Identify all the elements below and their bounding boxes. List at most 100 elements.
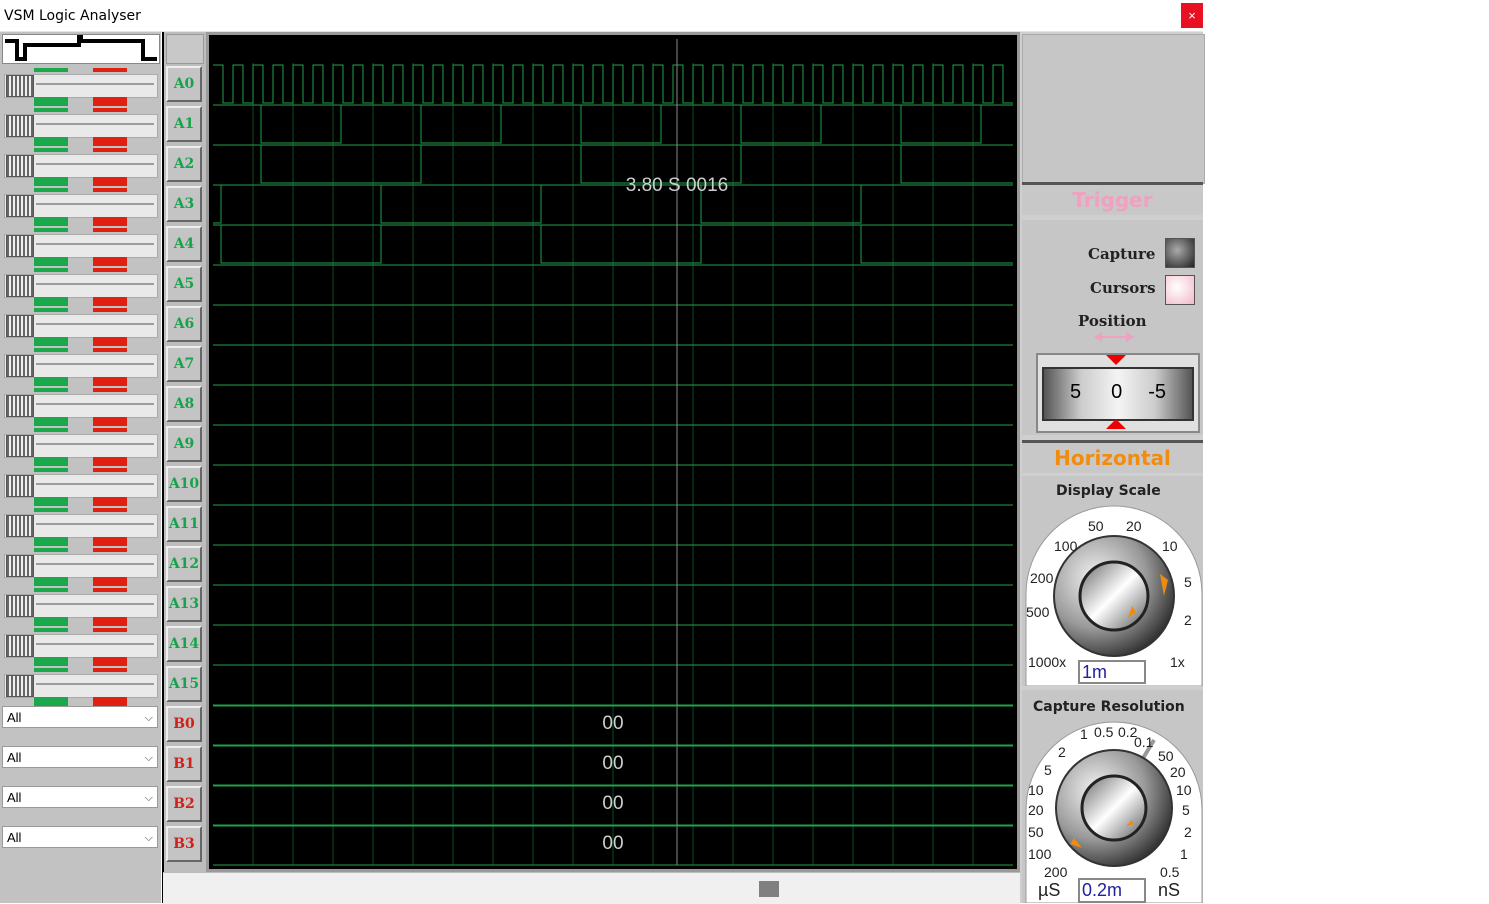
channel-trace bbox=[213, 64, 1013, 104]
channel-label[interactable]: A9 bbox=[166, 426, 202, 462]
high-indicator bbox=[34, 657, 68, 666]
high-indicator bbox=[34, 188, 68, 192]
channel-label[interactable]: A15 bbox=[166, 666, 202, 702]
display-scale-section: Display Scale 50 20 100 10 200 5 500 2 1… bbox=[1022, 476, 1203, 686]
low-indicator bbox=[93, 148, 127, 152]
channel-slider-4[interactable] bbox=[2, 228, 158, 266]
channel-slider-0[interactable] bbox=[2, 68, 158, 106]
channel-label[interactable]: B0 bbox=[166, 706, 202, 742]
low-indicator bbox=[93, 617, 127, 626]
capture-button[interactable] bbox=[1165, 238, 1195, 268]
slider-line bbox=[36, 523, 154, 525]
channel-label[interactable]: A2 bbox=[166, 146, 202, 182]
cursors-button[interactable] bbox=[1165, 275, 1195, 305]
channel-label[interactable]: A11 bbox=[166, 506, 202, 542]
bus-filter-value: All bbox=[7, 710, 22, 725]
channel-slider-15[interactable] bbox=[2, 668, 158, 706]
channel-label[interactable]: A4 bbox=[166, 226, 202, 262]
bus-filter-value: All bbox=[7, 790, 22, 805]
channel-label[interactable]: A5 bbox=[166, 266, 202, 302]
bus-filter-select[interactable]: All ⌵ bbox=[2, 746, 158, 768]
position-dial[interactable]: 5 0 -5 bbox=[1036, 353, 1200, 433]
channel-label[interactable]: A7 bbox=[166, 346, 202, 382]
channel-label[interactable]: A13 bbox=[166, 586, 202, 622]
low-indicator bbox=[93, 228, 127, 232]
high-indicator bbox=[34, 628, 68, 632]
high-indicator bbox=[34, 668, 68, 672]
scale-tick: 1000x bbox=[1028, 654, 1067, 670]
channel-label[interactable]: B3 bbox=[166, 826, 202, 862]
waveform-display[interactable]: 3.80 S 0016 00 00 00 00 bbox=[206, 32, 1020, 872]
slider-thumb[interactable] bbox=[6, 635, 34, 657]
channel-label[interactable]: A3 bbox=[166, 186, 202, 222]
bus-value: 00 bbox=[602, 793, 623, 814]
slider-thumb[interactable] bbox=[6, 515, 34, 537]
bus-filter-select[interactable]: All ⌵ bbox=[2, 706, 158, 728]
channel-slider-14[interactable] bbox=[2, 628, 158, 666]
low-indicator bbox=[93, 217, 127, 226]
low-indicator bbox=[93, 68, 127, 72]
scrollbar-thumb[interactable] bbox=[759, 881, 779, 897]
high-indicator bbox=[34, 97, 68, 106]
close-button[interactable]: × bbox=[1181, 3, 1203, 28]
low-indicator bbox=[93, 268, 127, 272]
channel-slider-5[interactable] bbox=[2, 268, 158, 306]
channel-label[interactable]: A8 bbox=[166, 386, 202, 422]
high-indicator bbox=[34, 428, 68, 432]
slider-thumb[interactable] bbox=[6, 595, 34, 617]
high-indicator bbox=[34, 577, 68, 586]
slider-thumb[interactable] bbox=[6, 155, 34, 177]
scale-tick: 50 bbox=[1088, 518, 1104, 534]
channel-slider-13[interactable] bbox=[2, 588, 158, 626]
channel-slider-9[interactable] bbox=[2, 428, 158, 466]
slider-line bbox=[36, 403, 154, 405]
bus-filter-select[interactable]: All ⌵ bbox=[2, 786, 158, 808]
channel-slider-2[interactable] bbox=[2, 148, 158, 186]
capture-resolution-value[interactable]: 0.2m bbox=[1078, 878, 1146, 903]
resolution-unit-right: nS bbox=[1158, 880, 1181, 900]
slider-thumb[interactable] bbox=[6, 275, 34, 297]
capture-resolution-label: Capture Resolution bbox=[1033, 699, 1185, 715]
high-indicator bbox=[34, 697, 68, 706]
channel-label[interactable]: B1 bbox=[166, 746, 202, 782]
slider-thumb[interactable] bbox=[6, 555, 34, 577]
slider-thumb[interactable] bbox=[6, 675, 34, 697]
slider-thumb[interactable] bbox=[6, 235, 34, 257]
horizontal-scrollbar[interactable] bbox=[163, 872, 1020, 904]
channel-label[interactable]: B2 bbox=[166, 786, 202, 822]
channel-label[interactable]: A1 bbox=[166, 106, 202, 142]
high-indicator bbox=[34, 337, 68, 346]
title-bar: VSM Logic Analyser × bbox=[0, 0, 1203, 32]
slider-thumb[interactable] bbox=[6, 435, 34, 457]
slider-thumb[interactable] bbox=[6, 395, 34, 417]
channel-label[interactable]: A12 bbox=[166, 546, 202, 582]
high-indicator bbox=[34, 508, 68, 512]
high-indicator bbox=[34, 537, 68, 546]
channel-label[interactable]: A6 bbox=[166, 306, 202, 342]
bus-filter-select[interactable]: All ⌵ bbox=[2, 826, 158, 848]
channel-slider-3[interactable] bbox=[2, 188, 158, 226]
high-indicator bbox=[34, 108, 68, 112]
channel-label[interactable]: A14 bbox=[166, 626, 202, 662]
slider-thumb[interactable] bbox=[6, 475, 34, 497]
channel-slider-1[interactable] bbox=[2, 108, 158, 146]
channel-label[interactable]: A10 bbox=[166, 466, 202, 502]
channel-label[interactable]: A0 bbox=[166, 66, 202, 102]
channel-slider-8[interactable] bbox=[2, 388, 158, 426]
channel-slider-10[interactable] bbox=[2, 468, 158, 506]
display-scale-value[interactable]: 1m bbox=[1078, 660, 1146, 684]
slider-thumb[interactable] bbox=[6, 355, 34, 377]
high-indicator bbox=[34, 177, 68, 186]
channel-slider-6[interactable] bbox=[2, 308, 158, 346]
channel-slider-7[interactable] bbox=[2, 348, 158, 386]
channel-slider-12[interactable] bbox=[2, 548, 158, 586]
slider-thumb[interactable] bbox=[6, 115, 34, 137]
high-indicator bbox=[34, 457, 68, 466]
channel-slider-11[interactable] bbox=[2, 508, 158, 546]
slider-thumb[interactable] bbox=[6, 315, 34, 337]
resolution-tick: 0.5 bbox=[1160, 864, 1180, 880]
slider-thumb[interactable] bbox=[6, 195, 34, 217]
low-indicator bbox=[93, 308, 127, 312]
slider-thumb[interactable] bbox=[6, 75, 34, 97]
clock-waveform-icon bbox=[2, 34, 160, 64]
